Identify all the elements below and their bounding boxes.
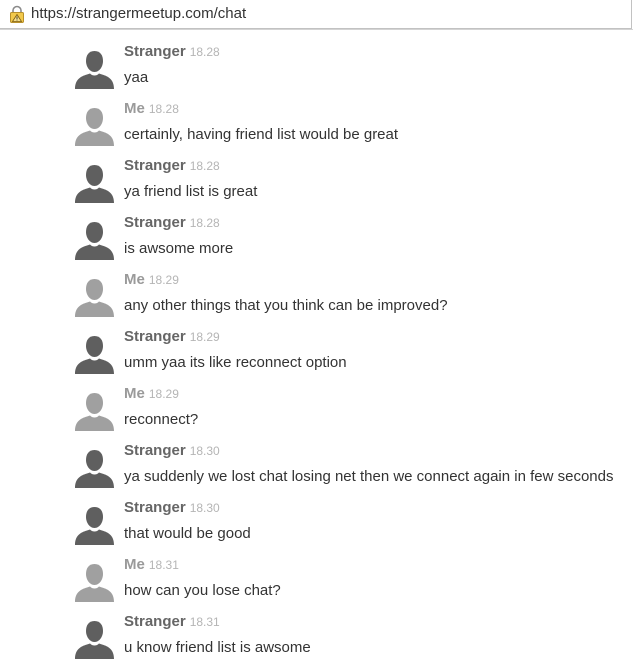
user-avatar-icon: [75, 450, 114, 488]
user-avatar-icon: [75, 51, 114, 89]
message-timestamp: 18.31: [189, 615, 220, 629]
sender-name: Stranger: [124, 442, 186, 459]
chat-message: Stranger 18.30 ya suddenly we lost chat lo…: [74, 441, 624, 493]
message-timestamp: 18.29: [189, 330, 220, 344]
user-avatar-icon: [75, 279, 114, 317]
message-header: Stranger 18.30: [124, 441, 220, 461]
sender-name: Stranger: [124, 328, 186, 345]
message-text: yaa: [124, 69, 149, 86]
message-header: Stranger 18.29: [124, 327, 220, 347]
sender-name: Stranger: [124, 613, 186, 630]
message-text: reconnect?: [124, 411, 199, 428]
message-timestamp: 18.28: [189, 216, 220, 230]
message-header: Stranger 18.28: [124, 156, 220, 176]
message-timestamp: 18.28: [189, 159, 220, 173]
chat-message: Me 18.29 reconnect?: [74, 384, 624, 436]
message-header: Stranger 18.28: [124, 213, 220, 233]
message-timestamp: 18.28: [148, 102, 179, 116]
message-text: ya suddenly we lost chat losing net then…: [124, 468, 614, 485]
browser-address-bar: https://strangermeetup.com/chat: [0, 0, 633, 30]
sender-name: Stranger: [124, 499, 186, 516]
message-timestamp: 18.30: [189, 444, 220, 458]
message-header: Me 18.31: [124, 555, 179, 575]
sender-name: Me: [124, 100, 145, 117]
url-text: https://strangermeetup.com/chat: [31, 4, 246, 24]
message-text: any other things that you think can be i…: [124, 297, 448, 314]
chat-message: Stranger 18.29 umm yaa its like reconnect …: [74, 327, 624, 379]
user-avatar-icon: [75, 165, 114, 203]
url-scheme: https://: [31, 5, 77, 22]
message-timestamp: 18.29: [148, 387, 179, 401]
message-text: u know friend list is awsome: [124, 639, 311, 656]
message-header: Me 18.29: [124, 384, 179, 404]
user-avatar-icon: [75, 507, 114, 545]
message-text: is awsome more: [124, 240, 234, 257]
sender-name: Me: [124, 271, 145, 288]
message-timestamp: 18.30: [189, 501, 220, 515]
message-header: Me 18.29: [124, 270, 179, 290]
user-avatar-icon: [75, 108, 114, 146]
chat-message: Me 18.28 certainly, having friend list wou…: [74, 99, 624, 151]
message-timestamp: 18.31: [148, 558, 179, 572]
chat-message: Stranger 18.28 ya friend list is great: [74, 156, 624, 208]
message-timestamp: 18.28: [189, 45, 220, 59]
sender-name: Stranger: [124, 157, 186, 174]
url-field[interactable]: https://strangermeetup.com/chat: [0, 0, 632, 29]
chat-log: Stranger 18.28 yaa Me 18.28 certainly, having…: [0, 31, 633, 662]
chat-message: Stranger 18.30 that would be good: [74, 498, 624, 550]
user-avatar-icon: [75, 222, 114, 260]
user-avatar-icon: [75, 621, 114, 659]
sender-name: Me: [124, 556, 145, 573]
chat-message: Stranger 18.31 u know friend list is awsom…: [74, 612, 624, 662]
chat-message: Me 18.31 how can you lose chat?: [74, 555, 624, 607]
user-avatar-icon: [75, 564, 114, 602]
url-host: strangermeetup.com/chat: [76, 5, 247, 22]
user-avatar-icon: [75, 393, 114, 431]
chat-message: Stranger 18.28 yaa: [74, 42, 624, 94]
sender-name: Stranger: [124, 43, 186, 60]
message-text: how can you lose chat?: [124, 582, 281, 599]
message-text: ya friend list is great: [124, 183, 258, 200]
sender-name: Stranger: [124, 214, 186, 231]
message-header: Stranger 18.28: [124, 42, 220, 62]
message-text: that would be good: [124, 525, 251, 542]
message-header: Stranger 18.31: [124, 612, 220, 632]
message-header: Me 18.28: [124, 99, 179, 119]
chat-message: Me 18.29 any other things that you think c…: [74, 270, 624, 322]
user-avatar-icon: [75, 336, 114, 374]
message-text: certainly, having friend list would be g…: [124, 126, 399, 143]
lock-warning-icon: [10, 5, 24, 23]
sender-name: Me: [124, 385, 145, 402]
message-header: Stranger 18.30: [124, 498, 220, 518]
message-text: umm yaa its like reconnect option: [124, 354, 347, 371]
message-timestamp: 18.29: [148, 273, 179, 287]
chat-message: Stranger 18.28 is awsome more: [74, 213, 624, 265]
